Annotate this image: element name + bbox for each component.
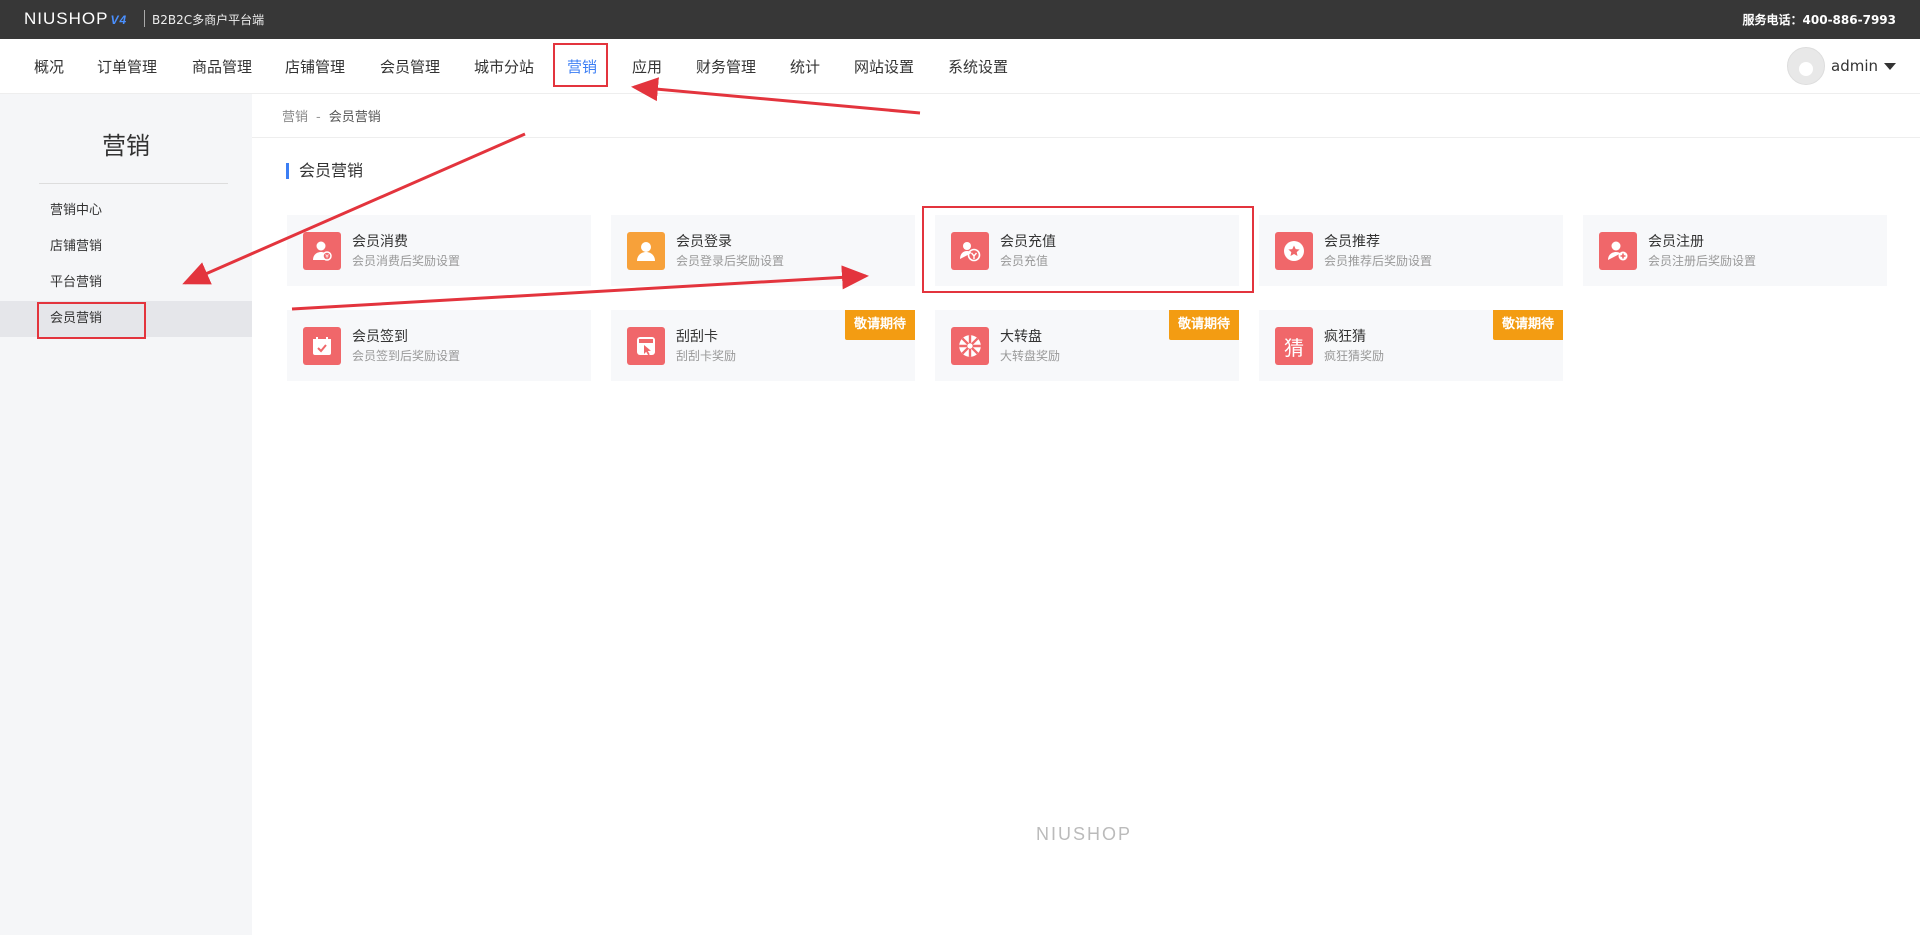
section-title: 会员营销 [286,163,363,179]
brand-version: V4 [110,13,128,27]
card-desc: 会员签到后奖励设置 [352,349,461,363]
scratch-card-icon [627,327,665,365]
breadcrumb-current: 会员营销 [328,110,381,125]
nav-item-overview[interactable]: 概况 [34,56,64,77]
card-crazy-guess[interactable]: 猜 疯狂猜 疯狂猜奖励 敬请期待 [1259,310,1563,381]
card-desc: 会员注册后奖励设置 [1648,254,1757,268]
card-desc: 会员充值 [1000,254,1049,268]
card-desc: 大转盘奖励 [1000,349,1061,363]
card-name: 大转盘 [1000,329,1042,345]
breadcrumb-divider [252,137,1920,138]
user-menu[interactable]: admin [1787,47,1896,85]
brand-logo-text: NIUSHOP [24,9,109,28]
card-big-wheel[interactable]: 大转盘 大转盘奖励 敬请期待 [935,310,1239,381]
card-name: 会员充值 [1000,234,1056,250]
member-recharge-icon [951,232,989,270]
card-desc: 疯狂猜奖励 [1324,349,1385,363]
crazy-guess-icon: 猜 [1275,327,1313,365]
coming-soon-badge: 敬请期待 [1493,310,1563,340]
coming-soon-badge: 敬请期待 [1169,310,1239,340]
card-member-consume[interactable]: ¥ 会员消费 会员消费后奖励设置 [287,215,591,286]
card-name: 会员登录 [676,234,732,250]
service-phone: 服务电话：400-886-7993 [1742,13,1896,27]
card-member-login[interactable]: 会员登录 会员登录后奖励设置 [611,215,915,286]
breadcrumb: 营销 - 会员营销 [282,106,381,125]
sidebar-divider [39,183,228,184]
footer-logo: NIUSHOP [1036,824,1133,844]
card-name: 疯狂猜 [1324,329,1366,345]
card-member-signin[interactable]: 会员签到 会员签到后奖励设置 [287,310,591,381]
nav-item-members[interactable]: 会员管理 [380,56,440,77]
member-recommend-icon [1275,232,1313,270]
avatar [1787,47,1825,85]
nav-item-city-station[interactable]: 城市分站 [474,56,534,77]
member-register-icon [1599,232,1637,270]
card-name: 会员注册 [1648,234,1704,250]
nav-item-orders[interactable]: 订单管理 [97,56,157,77]
card-name: 会员消费 [352,234,408,250]
member-login-icon [627,232,665,270]
nav-item-system-settings[interactable]: 系统设置 [948,56,1008,77]
annotation-arrows [182,77,921,311]
member-consume-icon: ¥ [303,232,341,270]
card-scratch-card[interactable]: 刮刮卡 刮刮卡奖励 敬请期待 [611,310,915,381]
main-nav: 概况 订单管理 商品管理 店铺管理 会员管理 城市分站 营销 应用 财务管理 统… [0,39,1920,94]
logo-divider [144,10,145,27]
sidebar-item-platform-marketing[interactable]: 平台营销 [0,265,252,301]
sidebar-item-member-marketing[interactable]: 会员营销 [0,301,252,337]
sidebar: 营销 营销中心 店铺营销 平台营销 会员营销 [0,94,252,935]
nav-item-marketing[interactable]: 营销 [567,56,597,77]
top-header: NIUSHOP V4 B2B2C多商户平台端 服务电话：400-886-7993 [0,0,1920,39]
card-member-recommend[interactable]: 会员推荐 会员推荐后奖励设置 [1259,215,1563,286]
nav-item-finance[interactable]: 财务管理 [696,56,756,77]
card-name: 刮刮卡 [676,329,718,345]
card-desc: 会员推荐后奖励设置 [1324,254,1433,268]
nav-item-apps[interactable]: 应用 [632,56,662,77]
sidebar-item-shop-marketing[interactable]: 店铺营销 [0,229,252,265]
card-desc: 会员消费后奖励设置 [352,254,461,268]
platform-subtitle: B2B2C多商户平台端 [152,13,265,27]
nav-item-site-settings[interactable]: 网站设置 [854,56,914,77]
card-desc: 会员登录后奖励设置 [676,254,785,268]
card-member-recharge[interactable]: 会员充值 会员充值 [935,215,1239,286]
sidebar-item-marketing-center[interactable]: 营销中心 [0,193,252,229]
brand-logo[interactable]: NIUSHOP V4 [24,9,127,29]
breadcrumb-root[interactable]: 营销 [282,110,308,125]
member-signin-icon [303,327,341,365]
card-desc: 刮刮卡奖励 [676,349,737,363]
caret-down-icon [1884,62,1896,70]
nav-item-goods[interactable]: 商品管理 [192,56,252,77]
breadcrumb-separator: - [316,110,321,125]
nav-item-statistics[interactable]: 统计 [790,56,820,77]
sidebar-title: 营销 [102,132,150,160]
card-name: 会员推荐 [1324,234,1380,250]
card-name: 会员签到 [352,329,408,345]
card-member-register[interactable]: 会员注册 会员注册后奖励设置 [1583,215,1887,286]
big-wheel-icon [951,327,989,365]
coming-soon-badge: 敬请期待 [845,310,915,340]
nav-item-shops[interactable]: 店铺管理 [285,56,345,77]
username: admin [1831,57,1878,75]
svg-text:¥: ¥ [325,254,329,261]
